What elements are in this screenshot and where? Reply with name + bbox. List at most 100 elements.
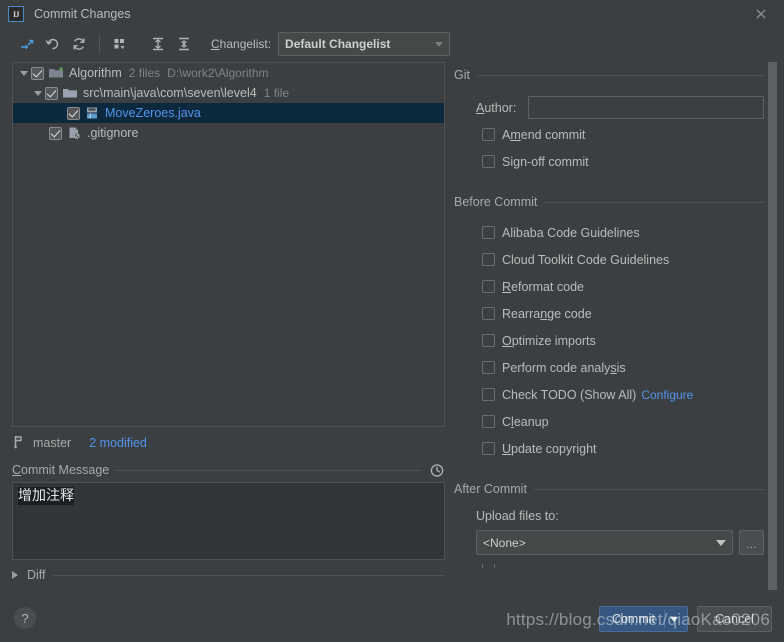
- chevron-right-icon[interactable]: [12, 571, 18, 579]
- branch-icon: [12, 434, 26, 452]
- row-checkbox[interactable]: [45, 87, 58, 100]
- separator-line: [477, 75, 764, 76]
- optimize-imports-accel: O: [502, 334, 512, 348]
- tree-item-label: MoveZeroes.java: [105, 106, 201, 120]
- perform-code-analysis-checkbox[interactable]: [482, 361, 495, 374]
- help-button[interactable]: ?: [14, 607, 36, 629]
- upload-target-dropdown[interactable]: <None>: [476, 530, 733, 555]
- table-row[interactable]: Algorithm 2 files D:\work2\Algorithm: [13, 63, 444, 83]
- optimize-imports-checkbox-row[interactable]: Optimize imports: [454, 329, 764, 352]
- reformat-code-checkbox[interactable]: [482, 280, 495, 293]
- close-icon: [755, 8, 767, 20]
- configure-link[interactable]: Configure: [641, 388, 693, 402]
- changelist-dropdown[interactable]: Default Changelist: [278, 32, 450, 56]
- group-by-button[interactable]: [107, 32, 133, 56]
- diff-section-header[interactable]: Diff: [12, 568, 445, 582]
- expand-all-button[interactable]: [145, 32, 171, 56]
- tree-item-filecount: 2 files: [129, 66, 160, 80]
- alibaba-guidelines-checkbox-row[interactable]: Alibaba Code Guidelines: [454, 221, 764, 244]
- check-todo-checkbox[interactable]: [482, 388, 495, 401]
- perform-code-analysis-checkbox-row[interactable]: Perform code analysis: [454, 356, 764, 379]
- changelist-label-rest: hangelist:: [220, 37, 271, 51]
- update-copyright-checkbox-row[interactable]: Update copyright: [454, 437, 764, 460]
- reformat-code-label: Reformat code: [502, 280, 584, 294]
- rearrange-code-checkbox-row[interactable]: Rearrange code: [454, 302, 764, 325]
- commit-message-label: Commit Message: [12, 463, 109, 477]
- cloud-toolkit-guidelines-checkbox-row[interactable]: Cloud Toolkit Code Guidelines: [454, 248, 764, 271]
- commit-button[interactable]: Commit: [599, 606, 688, 632]
- rearrange-code-accel: n: [540, 307, 547, 321]
- perform-code-analysis-label: Perform code analysis: [502, 361, 626, 375]
- refresh-button[interactable]: [66, 32, 92, 56]
- author-input[interactable]: [528, 96, 764, 119]
- cancel-button[interactable]: Cancel: [697, 606, 772, 632]
- commit-button-label: Commit: [612, 612, 655, 626]
- chevron-down-icon[interactable]: [670, 617, 678, 622]
- cleanup-accel: l: [511, 415, 514, 429]
- separator-line: [534, 489, 764, 490]
- cleanup-checkbox[interactable]: [482, 415, 495, 428]
- cleanup-label: Cleanup: [502, 415, 549, 429]
- check-todo-label: Check TODO (Show All): [502, 388, 636, 402]
- left-pane: Algorithm 2 files D:\work2\Algorithm src…: [0, 60, 448, 618]
- shelve-silently-button[interactable]: [14, 32, 40, 56]
- reformat-code-checkbox-row[interactable]: Reformat code: [454, 275, 764, 298]
- commit-options-panel: Git Author: Amend commit Sign-off commit…: [454, 60, 764, 568]
- expand-toggle-icon[interactable]: [17, 66, 31, 80]
- toolbar-separator: [99, 36, 100, 52]
- row-checkbox[interactable]: [49, 127, 62, 140]
- clipped-option-checkbox[interactable]: [482, 564, 495, 568]
- check-todo-checkbox-row[interactable]: Check TODO (Show All) Configure: [454, 383, 764, 406]
- author-label-rest: uthor:: [484, 101, 516, 115]
- upload-files-row: <None> ...: [454, 530, 764, 555]
- tree-item-path: D:\work2\Algorithm: [167, 66, 268, 80]
- alibaba-guidelines-label: Alibaba Code Guidelines: [502, 226, 640, 240]
- clipped-option-row[interactable]: [454, 564, 764, 568]
- update-copyright-checkbox[interactable]: [482, 442, 495, 455]
- alibaba-guidelines-checkbox[interactable]: [482, 226, 495, 239]
- author-row: Author:: [454, 96, 764, 119]
- rollback-button[interactable]: [40, 32, 66, 56]
- separator-line: [544, 202, 764, 203]
- expand-toggle-icon[interactable]: [31, 86, 45, 100]
- amend-commit-accel: m: [510, 128, 520, 142]
- optimize-imports-checkbox[interactable]: [482, 334, 495, 347]
- changelist-label: Changelist:: [211, 37, 271, 51]
- java-file-icon: J: [84, 105, 101, 121]
- commit-message-accel: C: [12, 463, 21, 477]
- table-row[interactable]: src\main\java\com\seven\level4 1 file: [13, 83, 444, 103]
- browse-button[interactable]: ...: [739, 530, 764, 555]
- row-checkbox[interactable]: [31, 67, 44, 80]
- author-label: Author:: [476, 101, 528, 115]
- ignored-file-icon: [66, 125, 83, 141]
- separator-line: [116, 470, 422, 471]
- cleanup-checkbox-row[interactable]: Cleanup: [454, 410, 764, 433]
- sign-off-commit-checkbox-row[interactable]: Sign-off commit: [454, 150, 764, 173]
- sign-off-commit-checkbox[interactable]: [482, 155, 495, 168]
- collapse-all-icon: [176, 36, 192, 52]
- scrollbar-thumb[interactable]: [768, 62, 777, 590]
- options-scrollbar[interactable]: [767, 62, 778, 610]
- cloud-toolkit-guidelines-checkbox[interactable]: [482, 253, 495, 266]
- amend-commit-checkbox[interactable]: [482, 128, 495, 141]
- history-clock-icon[interactable]: [429, 462, 445, 478]
- tree-item-label: .gitignore: [87, 126, 138, 140]
- right-pane: Git Author: Amend commit Sign-off commit…: [448, 60, 784, 618]
- commit-message-input[interactable]: 增加注释: [12, 482, 445, 560]
- table-row[interactable]: J MoveZeroes.java: [13, 103, 444, 123]
- modified-count-link[interactable]: 2 modified: [89, 436, 147, 450]
- reformat-code-accel: R: [502, 280, 511, 294]
- commit-message-section-header: Commit Message: [12, 462, 445, 478]
- rearrange-code-checkbox[interactable]: [482, 307, 495, 320]
- upload-files-label: Upload files to:: [454, 509, 764, 523]
- close-window-button[interactable]: [738, 0, 784, 28]
- after-commit-section-label: After Commit: [454, 482, 527, 496]
- changed-files-tree[interactable]: Algorithm 2 files D:\work2\Algorithm src…: [12, 62, 445, 427]
- collapse-all-button[interactable]: [171, 32, 197, 56]
- table-row[interactable]: .gitignore: [13, 123, 444, 143]
- rearrange-code-label: Rearrange code: [502, 307, 592, 321]
- commit-message-label-rest: ommit Message: [21, 463, 109, 477]
- branch-name: master: [33, 436, 71, 450]
- amend-commit-checkbox-row[interactable]: Amend commit: [454, 123, 764, 146]
- row-checkbox[interactable]: [67, 107, 80, 120]
